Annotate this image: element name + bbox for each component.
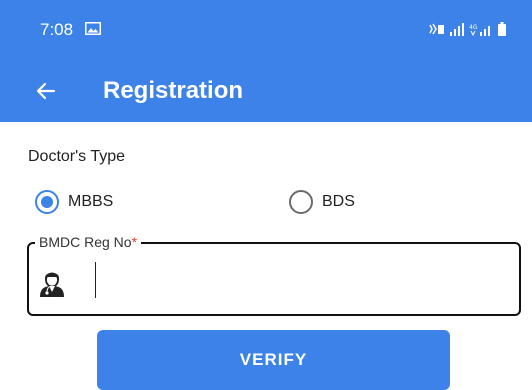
4g-signal-icon: 4G [469,24,490,36]
status-time: 7:08 [40,20,74,39]
radio-mbbs[interactable]: MBBS [35,188,113,216]
doctor-type-label: Doctor's Type [28,148,126,165]
doctor-icon [40,272,64,297]
radio-checked-icon[interactable] [35,190,59,214]
radio-bds[interactable]: BDS [289,188,355,216]
radio-mbbs-label: MBBS [68,193,114,210]
bmdc-reg-label-text: BMDC Reg No [39,234,132,250]
radio-bds-label: BDS [322,193,355,210]
signal-icon [450,23,464,36]
app-toolbar: Registration [0,60,532,122]
radio-unchecked-icon[interactable] [289,190,313,214]
battery-icon [498,22,506,36]
page-title: Registration [103,77,244,104]
bmdc-reg-input[interactable] [95,262,516,298]
verify-button[interactable]: VERIFY [97,330,450,390]
bmdc-reg-field[interactable]: BMDC Reg No* [27,233,521,316]
gallery-icon [85,22,101,35]
required-mark: * [131,234,138,250]
system-icons: 4G [429,22,506,36]
status-bar: 7:08 4G [0,0,532,60]
svg-text:4G: 4G [469,24,478,31]
back-arrow-icon[interactable] [34,79,58,103]
bmdc-reg-label: BMDC Reg No* [35,233,142,251]
volte-icon [429,23,444,35]
